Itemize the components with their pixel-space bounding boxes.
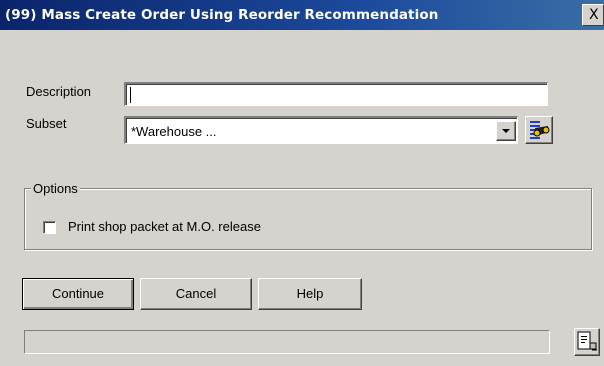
window-title: (99) Mass Create Order Using Reorder Rec…	[5, 7, 439, 23]
subset-lookup-button[interactable]	[525, 116, 553, 144]
print-shop-packet-label[interactable]: Print shop packet at M.O. release	[68, 219, 261, 234]
description-label: Description	[26, 84, 92, 99]
status-right-button[interactable]	[574, 328, 600, 356]
subset-selected-value: *Warehouse ...	[131, 124, 217, 139]
close-button[interactable]: X	[582, 4, 604, 26]
mass-create-order-dialog: (99) Mass Create Order Using Reorder Rec…	[0, 0, 604, 366]
document-properties-icon	[577, 331, 597, 351]
binoculars-list-icon	[530, 121, 550, 139]
subset-dropdown-button[interactable]	[496, 121, 516, 141]
description-input[interactable]	[124, 82, 548, 106]
subset-combobox[interactable]: *Warehouse ...	[124, 116, 518, 144]
subset-label: Subset	[26, 116, 67, 131]
text-caret	[130, 87, 131, 103]
chevron-down-icon	[502, 129, 510, 133]
title-bar[interactable]: (99) Mass Create Order Using Reorder Rec…	[0, 0, 604, 30]
status-bar	[24, 330, 550, 354]
print-shop-packet-checkbox[interactable]	[43, 221, 56, 234]
cancel-button[interactable]: Cancel	[140, 278, 252, 310]
options-group-title: Options	[31, 181, 80, 196]
help-button[interactable]: Help	[258, 278, 362, 310]
continue-button[interactable]: Continue	[22, 278, 134, 310]
